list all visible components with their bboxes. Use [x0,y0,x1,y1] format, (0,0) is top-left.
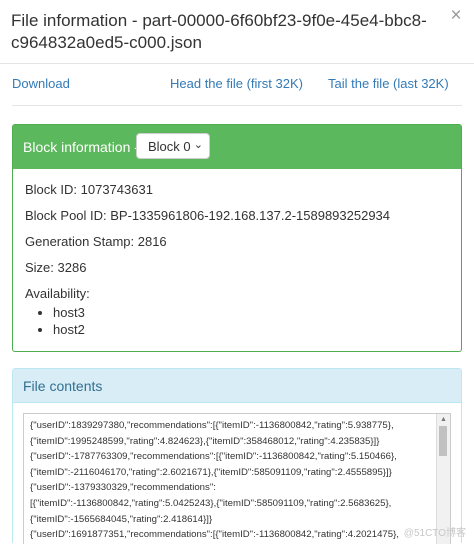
modal-title-line-1: File information - part-00000-6f60bf23-9… [11,11,427,30]
content-line: [{"itemID":-1136800842,"rating":5.042524… [30,497,392,509]
content-line: {"itemID":-1565684045,"rating":2.418614}… [30,513,213,525]
file-contents-textarea[interactable]: {"userID":1839297380,"recommendations":[… [23,413,451,544]
file-contents-panel: File contents {"userID":1839297380,"reco… [12,368,462,544]
divider [12,105,462,106]
content-line: {"userID":-1379330329,"recommendations": [30,482,216,494]
host-item: host3 [53,304,85,321]
scroll-up-arrow-icon[interactable]: ▲ [440,416,447,423]
block-select-value: Block 0 [148,139,191,154]
block-info-title: Block information -- [23,139,144,155]
chevron-down-icon: ⌄ [193,139,203,151]
content-line: {"userID":-1787763309,"recommendations":… [30,451,397,463]
block-pool-id: Block Pool ID: BP-1335961806-192.168.137… [25,208,391,223]
tail-file-link[interactable]: Tail the file (last 32K) [328,76,449,91]
scrollbar-thumb[interactable] [439,426,447,456]
modal-title-line-2: c964832a0ed5-c000.json [11,33,202,52]
watermark: @51CTO博客 [403,528,466,539]
head-file-link[interactable]: Head the file (first 32K) [170,76,303,91]
content-line: {"itemID":1995248599,"rating":4.824623},… [30,435,380,447]
host-item: host2 [53,321,85,338]
block-id: Block ID: 1073743631 [25,182,153,197]
modal-title: File information - part-00000-6f60bf23-9… [11,10,431,54]
file-contents-header: File contents [13,369,461,403]
block-select[interactable]: Block 0 ⌄ [136,133,210,159]
download-link[interactable]: Download [12,76,70,91]
block-info-panel: Block information -- Block 0 ⌄ Block ID:… [12,124,462,352]
file-contents-text: {"userID":1839297380,"recommendations":[… [30,418,435,543]
content-line: {"itemID":-2116046170,"rating":2.6021671… [30,466,392,478]
content-line: {"userID":1839297380,"recommendations":[… [30,420,394,431]
file-contents-title: File contents [23,378,103,394]
generation-stamp: Generation Stamp: 2816 [25,234,167,249]
content-line: {"userID":1691877351,"recommendations":[… [30,529,399,541]
file-actions: Download Head the file (first 32K) Tail … [12,76,462,94]
close-icon[interactable]: × [448,6,464,25]
availability-label: Availability: [25,286,90,301]
block-info-header: Block information -- Block 0 ⌄ [13,125,461,169]
block-size: Size: 3286 [25,260,87,275]
host-list: host3 host2 [33,304,85,338]
divider [0,63,474,64]
